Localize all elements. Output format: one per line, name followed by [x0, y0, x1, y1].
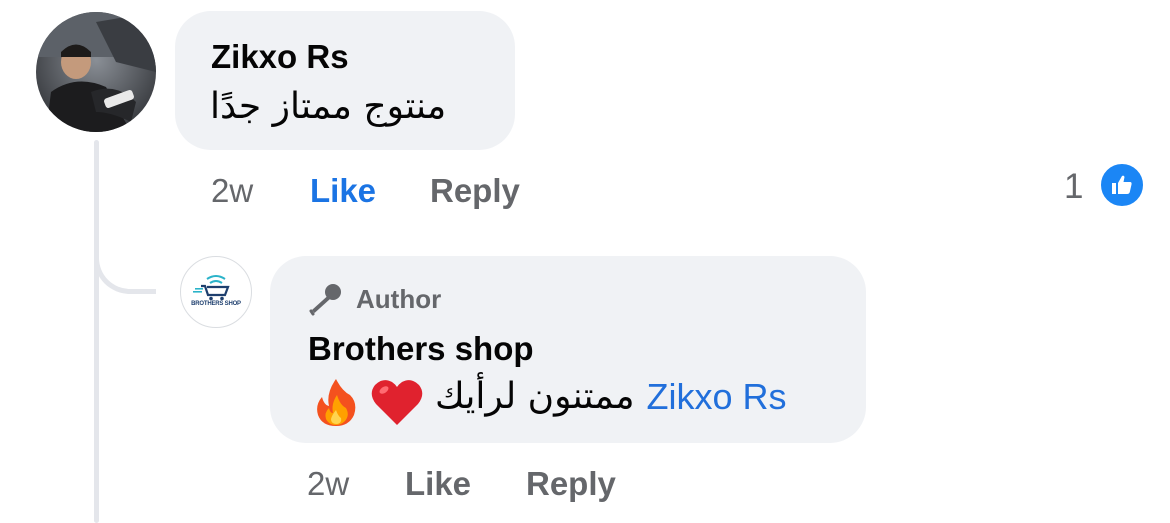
thread-reply-connector	[94, 236, 156, 294]
comment-reply-button[interactable]: Reply	[430, 172, 520, 210]
comment-timestamp[interactable]: 2w	[211, 172, 253, 210]
heart-emoji-icon	[371, 380, 423, 425]
reply-text: ممتنون لرأيك	[435, 376, 635, 417]
avatar-logo-text: BROTHERS SHOP	[191, 301, 241, 307]
microphone-icon	[309, 284, 341, 316]
comment-like-button[interactable]: Like	[310, 172, 376, 210]
reply-emoji-row	[312, 375, 424, 429]
reply-author-name[interactable]: Brothers shop	[308, 330, 534, 368]
fire-emoji-icon	[317, 379, 356, 426]
author-badge-label: Author	[356, 283, 442, 314]
thumbs-up-icon[interactable]	[1098, 161, 1146, 209]
reply-reply-button[interactable]: Reply	[526, 465, 616, 503]
reply-text-row: ممتنون لرأيك Zikxo Rs	[435, 376, 787, 418]
avatar-zikxo[interactable]	[36, 12, 156, 132]
comment-author-name[interactable]: Zikxo Rs	[211, 38, 349, 76]
thread-line	[94, 140, 99, 523]
author-badge: Author	[308, 282, 441, 316]
comment-bubble	[175, 11, 515, 150]
reply-like-button[interactable]: Like	[405, 465, 471, 503]
reply-timestamp[interactable]: 2w	[307, 465, 349, 503]
comment-text: منتوج ممتاز جدًا	[210, 86, 447, 127]
mention-link[interactable]: Zikxo Rs	[647, 376, 787, 418]
avatar-brothers-shop[interactable]: BROTHERS SHOP	[180, 256, 252, 328]
reaction-count[interactable]: 1	[1064, 167, 1083, 207]
